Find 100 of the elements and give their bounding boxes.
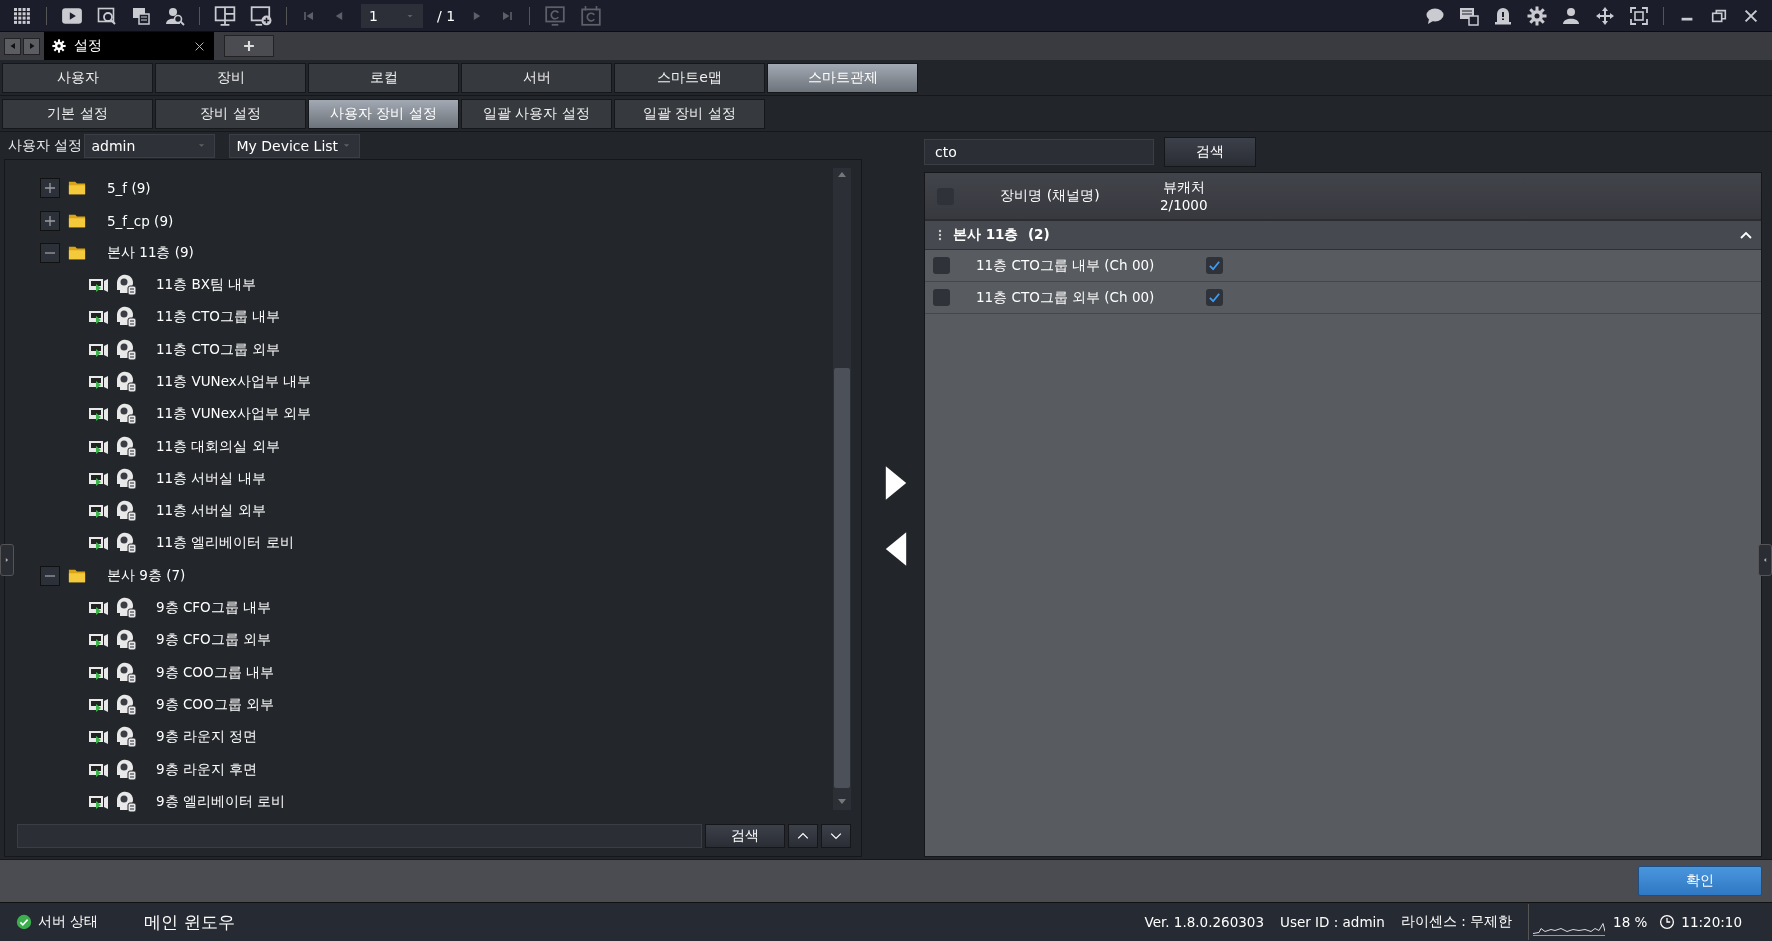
plus-icon [242, 39, 256, 53]
next-result-button[interactable] [821, 824, 851, 848]
collapse-toggle[interactable] [40, 242, 60, 263]
settings-icon[interactable] [1527, 5, 1547, 26]
row-checkbox[interactable] [933, 257, 950, 274]
head-icon [114, 337, 138, 362]
device-search-field[interactable]: cto [924, 139, 1154, 165]
monitor-add-icon[interactable] [250, 4, 272, 27]
camera-label[interactable]: 9층 라운지 후면 [156, 760, 258, 779]
main-tab[interactable]: 사용자 [2, 63, 153, 93]
head-icon [114, 370, 138, 394]
camera-label[interactable]: 11층 대회의실 외부 [156, 437, 280, 456]
scrollbar[interactable] [833, 168, 851, 810]
user-icon[interactable] [1561, 5, 1581, 26]
sub-tab[interactable]: 장비 설정 [155, 99, 306, 129]
scroll-left-button[interactable] [4, 37, 21, 55]
main-tab[interactable]: 서버 [461, 63, 612, 93]
device-name-cell-text: 11층 CTO그룹 외부 (Ch 00) [976, 288, 1156, 307]
camera-label[interactable]: 9층 COO그룹 외부 [156, 695, 274, 714]
head-icon [114, 596, 138, 621]
window-tab[interactable]: 설정 [44, 32, 214, 60]
column-header: 장비명 (채널명) [999, 187, 1101, 205]
head-icon [114, 305, 138, 330]
fullscreen-icon[interactable] [1629, 5, 1649, 26]
camera-label[interactable]: 11층 서버실 외부 [156, 502, 266, 521]
head-icon [114, 402, 138, 427]
clock-time: 11:20:10 [1681, 914, 1742, 930]
user-select[interactable]: admin [84, 133, 216, 158]
camera-label[interactable]: 11층 CTO그룹 외부 [156, 340, 281, 359]
head-icon [114, 789, 138, 814]
sub-tab[interactable]: 일괄 사용자 설정 [461, 99, 612, 129]
group-label: 본사 11층 (2) [953, 226, 1051, 244]
collapse-toggle[interactable] [40, 565, 60, 586]
left-panel-toggle[interactable] [0, 544, 14, 576]
check-circle-icon [16, 914, 32, 930]
row-checkbox[interactable] [933, 289, 950, 306]
main-tab[interactable]: 스마트e맵 [614, 63, 765, 93]
confirm-button[interactable]: 확인 [1638, 866, 1762, 896]
plus-icon [44, 214, 56, 227]
user-search-icon[interactable] [165, 5, 185, 26]
previous-result-button[interactable] [788, 824, 818, 848]
viewcatcher-count: 2/1000 [1160, 197, 1208, 213]
main-tab[interactable]: 로컬 [308, 63, 459, 93]
camera-label[interactable]: 9층 CFO그룹 외부 [156, 631, 271, 650]
camera-label[interactable]: 11층 서버실 내부 [156, 469, 266, 488]
camera-label[interactable]: 9층 라운지 정면 [156, 728, 258, 747]
license-text: 라이센스 : 무제한 [1400, 913, 1513, 931]
grid-list-icon[interactable] [131, 5, 151, 26]
scroll-right-button[interactable] [23, 37, 40, 55]
tree-search-button[interactable]: 검색 [705, 824, 785, 848]
head-icon [114, 273, 138, 298]
sub-tab[interactable]: 기본 설정 [2, 99, 153, 129]
viewcatcher-checkbox[interactable] [1206, 257, 1223, 274]
head-icon [114, 531, 138, 556]
right-panel-toggle[interactable] [1758, 544, 1772, 576]
folder-label[interactable]: 5_f_cp (9) [107, 212, 174, 229]
folder-label[interactable]: 본사 11층 (9) [107, 243, 194, 262]
group-header[interactable]: 본사 11층 (2) [925, 221, 1761, 250]
head-icon [114, 466, 138, 491]
viewcatcher-checkbox[interactable] [1206, 289, 1223, 306]
refresh-screen-icon[interactable] [580, 4, 603, 27]
camera-label[interactable]: 11층 엘리베이터 로비 [156, 534, 294, 553]
expand-toggle[interactable] [40, 210, 60, 231]
camera-label[interactable]: 9층 CFO그룹 내부 [156, 599, 271, 618]
add-tab-button[interactable] [224, 35, 274, 57]
server-status[interactable]: 서버 상태 [38, 913, 99, 931]
image-search-icon[interactable] [97, 5, 117, 26]
camera-label[interactable]: 11층 VUNex사업부 내부 [156, 373, 312, 391]
head-icon [114, 725, 138, 750]
camera-label[interactable]: 9층 COO그룹 내부 [156, 663, 274, 682]
head-icon [114, 660, 138, 685]
main-tab[interactable]: 장비 [155, 63, 306, 93]
alarm-icon[interactable] [1493, 5, 1513, 26]
head-icon [114, 499, 138, 524]
camera-label[interactable]: 11층 CTO그룹 내부 [156, 308, 281, 327]
page-select[interactable]: 1 [361, 3, 423, 28]
folder-label[interactable]: 본사 9층 (7) [107, 566, 186, 585]
main-window-label: 메인 윈도우 [144, 910, 235, 934]
head-icon [114, 757, 138, 782]
move-icon[interactable] [1595, 5, 1615, 26]
scroll-down-icon[interactable] [838, 799, 846, 804]
page-total: / 1 [437, 7, 456, 24]
search-button[interactable]: 검색 [1164, 137, 1256, 167]
sub-tab[interactable]: 일괄 장비 설정 [614, 99, 765, 129]
tree-search-field[interactable] [17, 824, 702, 848]
expand-toggle[interactable] [40, 178, 60, 199]
camera-label[interactable]: 11층 BX팀 내부 [156, 276, 257, 295]
camera-label[interactable]: 11층 VUNex사업부 외부 [156, 405, 312, 424]
monitor-layout-icon[interactable] [214, 4, 236, 27]
folder-label[interactable]: 5_f (9) [107, 180, 151, 197]
list-select[interactable]: My Device List [229, 133, 361, 158]
scroll-up-icon[interactable] [838, 172, 846, 178]
refresh-monitor-icon[interactable] [544, 4, 567, 27]
cpu-sparkline-icon [1533, 923, 1606, 936]
plus-icon [44, 182, 56, 195]
version-text: Ver. 1.8.0.260303 [1144, 914, 1265, 930]
camera-label[interactable]: 9층 엘리베이터 로비 [156, 792, 286, 811]
column-header: 뷰캐처 [1162, 179, 1205, 197]
grid-icon[interactable] [12, 5, 32, 26]
message-list-icon[interactable] [1459, 5, 1479, 26]
